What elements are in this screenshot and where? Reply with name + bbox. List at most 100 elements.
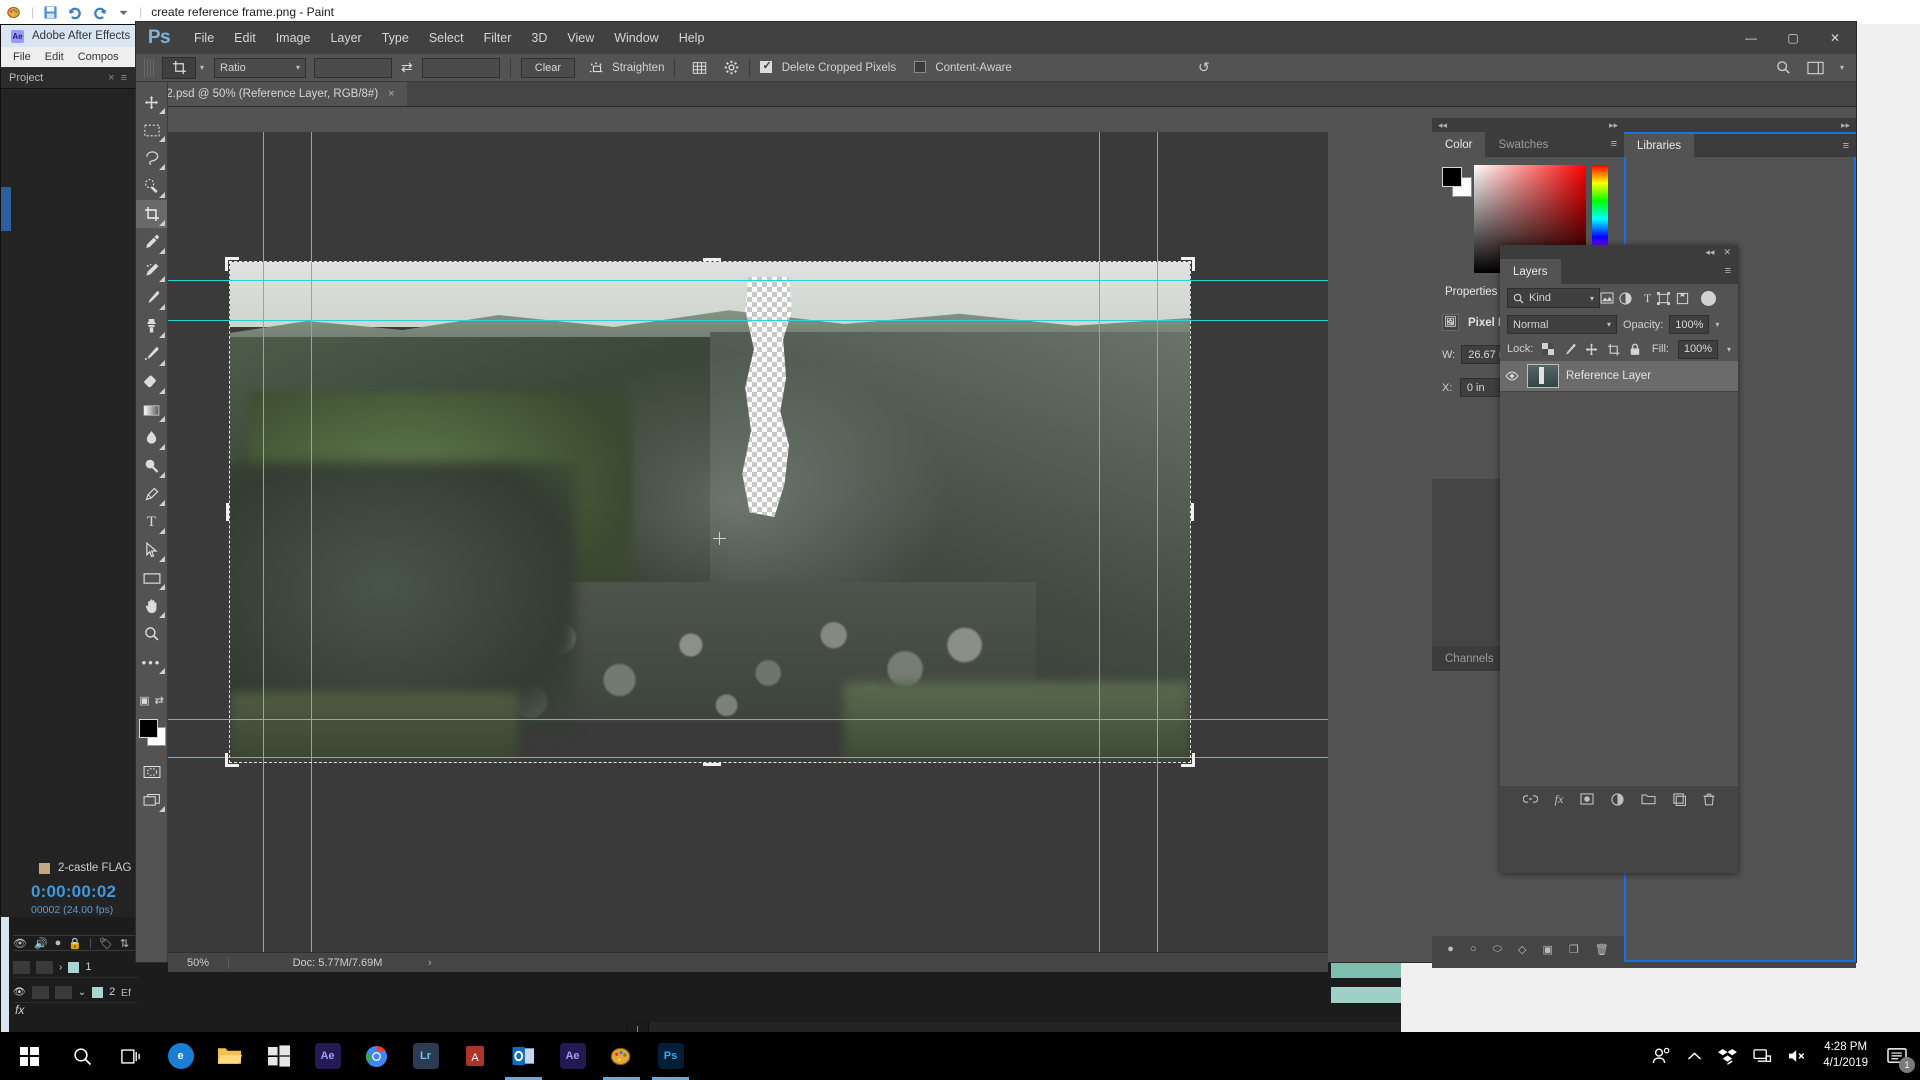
delete-layer-icon[interactable] — [1703, 793, 1715, 806]
tab-color[interactable]: Color — [1432, 132, 1485, 157]
crop-handle-bottom-left-v[interactable] — [225, 753, 228, 767]
gradient-tool[interactable] — [136, 396, 167, 424]
blur-tool[interactable] — [136, 424, 167, 452]
expand-icon[interactable]: ▸▸ — [1841, 120, 1850, 131]
filter-toggle-switch[interactable] — [1701, 291, 1716, 306]
pixel-filter-icon[interactable] — [1600, 292, 1619, 304]
crop-tool-icon[interactable] — [162, 57, 196, 79]
libraries-collapse-bar[interactable]: ▸▸ — [1624, 118, 1856, 132]
undo-icon[interactable] — [67, 5, 83, 20]
tab-properties[interactable]: Properties — [1432, 279, 1510, 304]
path-selection-tool[interactable] — [136, 536, 167, 564]
adjustment-layer-icon[interactable] — [1611, 793, 1624, 806]
close-icon[interactable]: × — [108, 72, 114, 84]
dodge-tool[interactable] — [136, 452, 167, 480]
microsoft-store-icon[interactable] — [254, 1032, 303, 1080]
layer-mask-icon[interactable] — [1580, 793, 1594, 805]
minimize-button[interactable]: — — [1730, 22, 1772, 54]
crop-handle-middle-right[interactable] — [1191, 503, 1194, 521]
clock[interactable]: 4:28 PM 4/1/2019 — [1823, 1040, 1868, 1071]
stroke-path-icon[interactable]: ○ — [1470, 943, 1477, 955]
ae-menu-file[interactable]: File — [13, 51, 31, 63]
smart-object-filter-icon[interactable] — [1676, 292, 1695, 305]
move-tool[interactable] — [136, 88, 167, 116]
spot-healing-brush-tool[interactable] — [136, 256, 167, 284]
foreground-color-swatch[interactable] — [139, 719, 158, 738]
after-effects-2-icon[interactable]: Ae — [548, 1032, 597, 1080]
maximize-button[interactable]: ▢ — [1772, 22, 1814, 54]
layer-filter-kind-select[interactable]: Kind ▾ — [1507, 288, 1600, 308]
rectangle-tool[interactable] — [136, 564, 167, 592]
layer-name[interactable]: Reference Layer — [1566, 370, 1651, 382]
default-colors-and-swap[interactable]: ▣ ⇄ — [136, 686, 167, 714]
workspace-icon[interactable] — [1807, 61, 1824, 75]
lock-all-icon[interactable] — [1629, 343, 1641, 356]
menu-edit[interactable]: Edit — [234, 31, 256, 45]
crop-selection-box[interactable] — [230, 262, 1190, 762]
foreground-color-swatch[interactable] — [1442, 167, 1462, 187]
document-tab[interactable]: 02.psd @ 50% (Reference Layer, RGB/8#) × — [148, 81, 407, 106]
history-brush-tool[interactable] — [136, 340, 167, 368]
lightroom-icon[interactable]: Lr — [401, 1032, 450, 1080]
crop-handle-middle-left[interactable] — [226, 503, 229, 521]
crop-handle-top-right-v[interactable] — [1192, 257, 1195, 271]
crop-ratio-select[interactable]: Ratio ▾ — [214, 58, 306, 78]
menu-window[interactable]: Window — [614, 31, 658, 45]
menu-view[interactable]: View — [567, 31, 594, 45]
layer-row[interactable]: Reference Layer — [1500, 361, 1738, 392]
ae-timecode[interactable]: 0:00:00:02 — [13, 882, 138, 902]
ae-layer-row-1[interactable]: › 1 — [13, 957, 138, 978]
delete-cropped-pixels-checkbox[interactable]: Delete Cropped Pixels — [760, 61, 896, 74]
acrobat-icon[interactable]: A — [450, 1032, 499, 1080]
edge-icon[interactable]: e — [156, 1032, 205, 1080]
clear-button[interactable]: Clear — [521, 58, 575, 78]
status-expand-icon[interactable]: › — [428, 957, 432, 969]
search-icon[interactable] — [58, 1032, 107, 1080]
crop-tool[interactable] — [136, 200, 167, 228]
close-icon[interactable]: ✕ — [1723, 247, 1731, 258]
panel-menu-icon[interactable]: ≡ — [121, 72, 127, 84]
menu-select[interactable]: Select — [429, 31, 464, 45]
screen-mode[interactable] — [136, 786, 167, 814]
menu-image[interactable]: Image — [276, 31, 311, 45]
collapse-icon[interactable]: ◂◂ — [1705, 247, 1714, 258]
make-work-path-icon[interactable]: ◇ — [1518, 943, 1526, 956]
dock-collapse-bar[interactable]: ◂◂ ▸▸ — [1432, 118, 1624, 132]
zoom-level[interactable]: 50% — [168, 957, 228, 969]
shape-filter-icon[interactable] — [1657, 292, 1676, 305]
menu-file[interactable]: File — [194, 31, 214, 45]
lock-icon[interactable]: 🔒 — [68, 937, 82, 950]
ae-layer-row-2[interactable]: 👁 ⌄ 2 — [13, 982, 138, 1003]
brush-tool[interactable] — [136, 284, 167, 312]
menu-3d[interactable]: 3D — [531, 31, 547, 45]
color-panel-swatches[interactable] — [1440, 165, 1474, 279]
panel-menu-icon[interactable]: ≡ — [1611, 139, 1617, 150]
rectangular-marquee-tool[interactable] — [136, 116, 167, 144]
ae-project-tab[interactable]: Project × ≡ — [1, 67, 135, 89]
options-bar-grip[interactable] — [144, 59, 154, 77]
fill-chevron-icon[interactable]: ▾ — [1727, 345, 1731, 354]
fill-input[interactable]: 100% — [1678, 340, 1718, 359]
delete-path-icon[interactable]: 🗑 — [1595, 943, 1609, 956]
menu-filter[interactable]: Filter — [484, 31, 512, 45]
show-hidden-icons-icon[interactable] — [1687, 1051, 1702, 1062]
new-path-icon[interactable]: ❐ — [1569, 943, 1579, 956]
eye-icon[interactable]: 👁 — [13, 937, 27, 950]
content-aware-checkbox[interactable]: Content-Aware — [914, 61, 1012, 74]
new-group-icon[interactable] — [1641, 793, 1656, 805]
dropbox-icon[interactable] — [1718, 1048, 1737, 1065]
add-mask-icon[interactable]: ▣ — [1542, 943, 1552, 956]
lock-image-pixels-icon[interactable] — [1563, 343, 1576, 356]
quick-selection-tool[interactable] — [136, 172, 167, 200]
eye-icon[interactable]: 👁 — [13, 987, 26, 998]
opacity-input[interactable]: 100% — [1669, 315, 1709, 334]
menu-layer[interactable]: Layer — [330, 31, 361, 45]
blend-mode-select[interactable]: Normal ▾ — [1507, 315, 1617, 334]
sort-icon[interactable]: ⇅ — [120, 937, 129, 950]
quick-mask-mode[interactable] — [136, 758, 167, 786]
crop-settings-icon[interactable] — [724, 60, 739, 75]
crop-overlay-icon[interactable] — [691, 60, 708, 76]
solo-icon[interactable]: ● — [55, 937, 62, 949]
opacity-chevron-icon[interactable]: ▾ — [1715, 320, 1719, 329]
chevron-down-icon[interactable]: ⌄ — [78, 987, 86, 998]
